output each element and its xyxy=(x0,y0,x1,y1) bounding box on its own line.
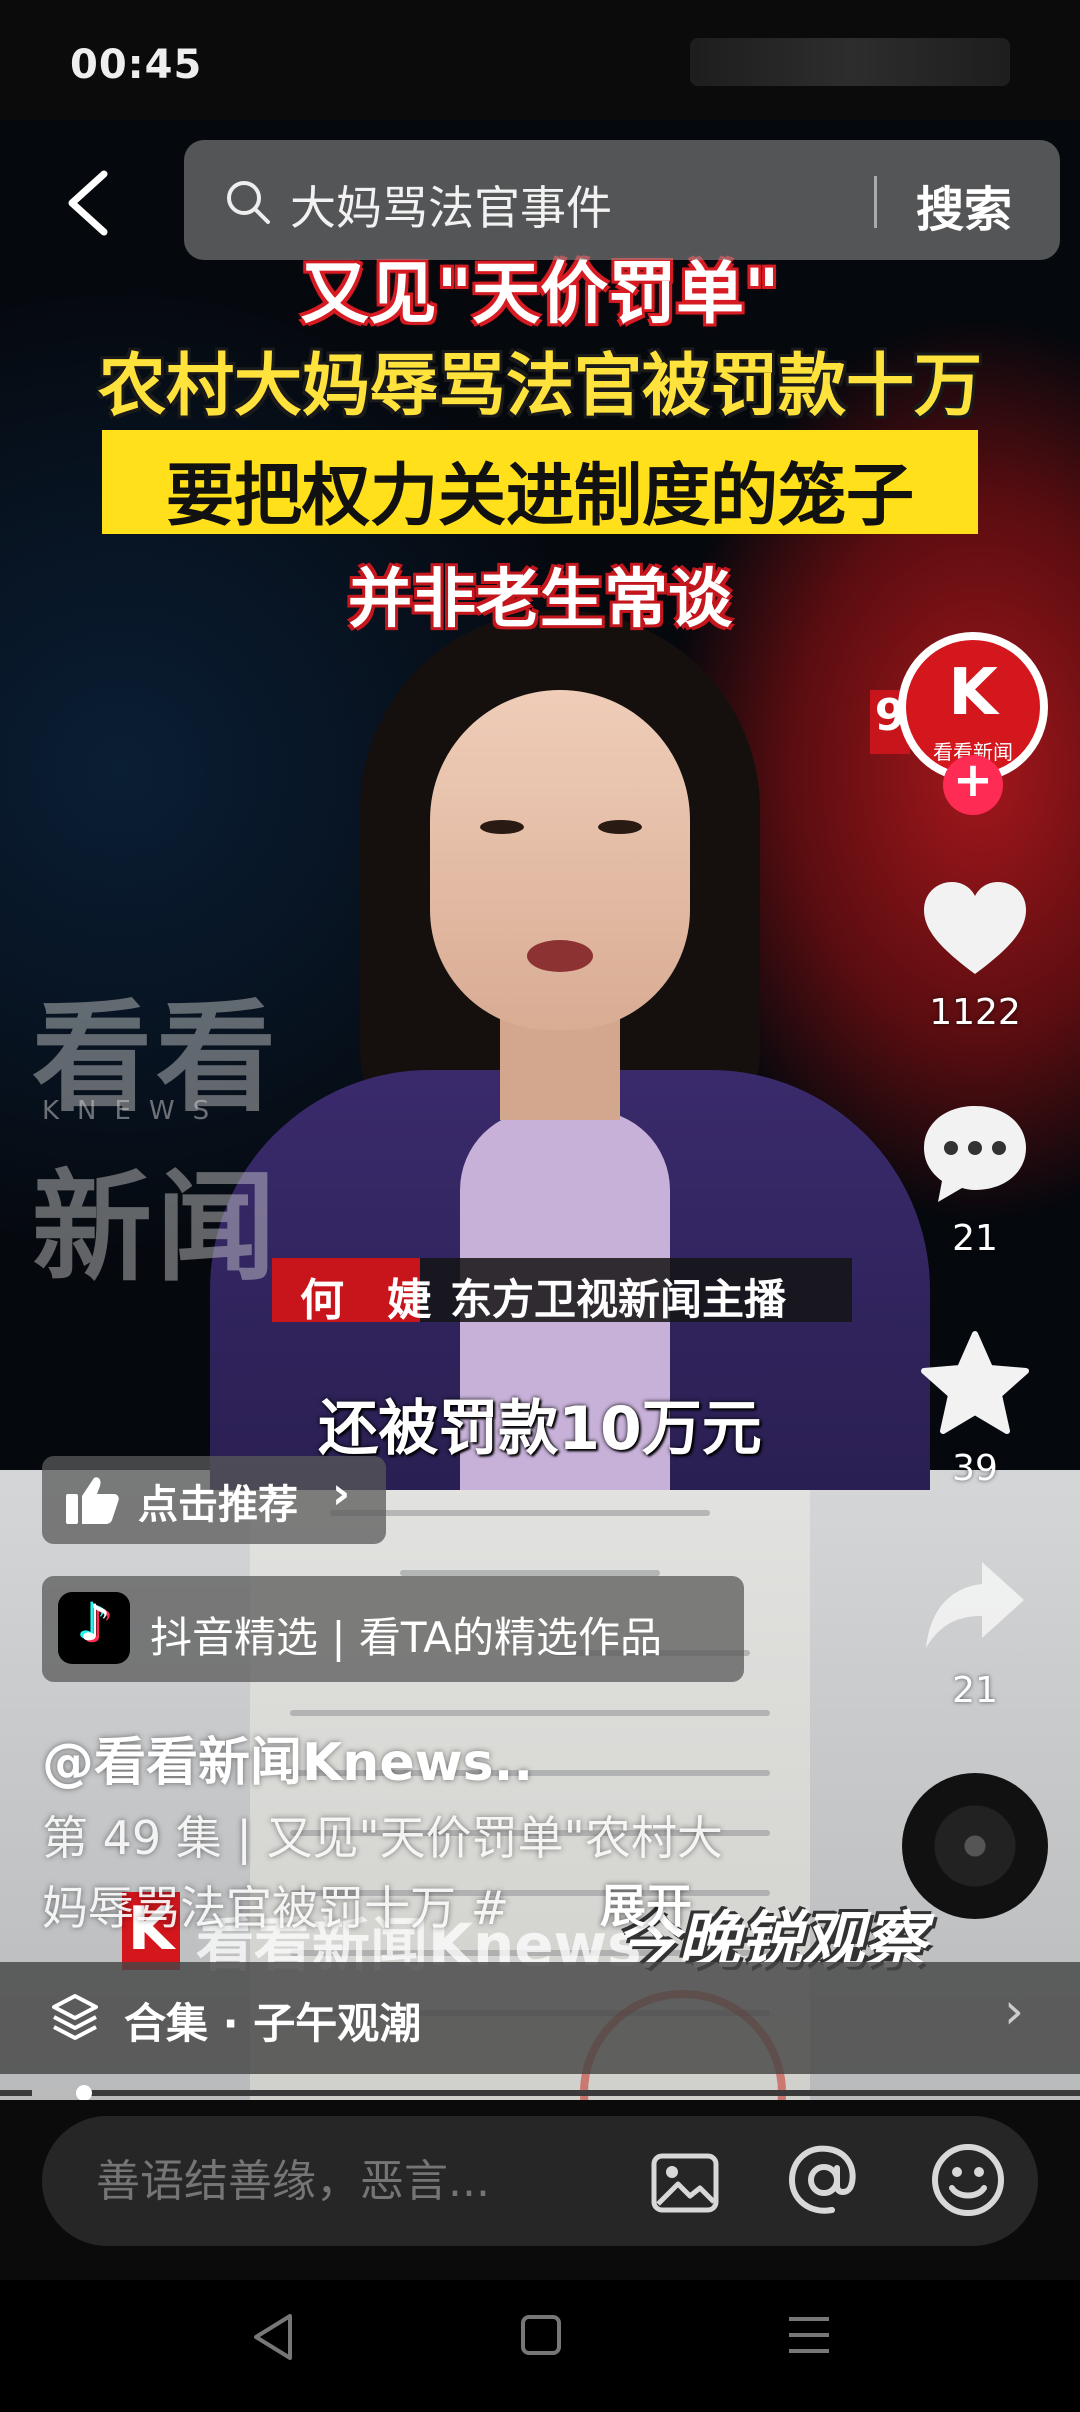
share-count: 21 xyxy=(952,1670,998,1711)
back-arrow-icon[interactable] xyxy=(60,168,120,238)
share-icon[interactable] xyxy=(920,1552,1030,1662)
favorite-count: 39 xyxy=(952,1448,998,1489)
watermark-letters: KNEWS xyxy=(42,1096,228,1126)
thumbs-up-icon xyxy=(66,1477,119,1524)
layers-icon xyxy=(52,1994,98,2040)
douyin-selection-label: 抖音精选 | 看TA的精选作品 xyxy=(150,1613,662,1662)
video-description-line: 妈辱骂法官被罚十万 # xyxy=(42,1881,510,1935)
anchor-eye xyxy=(480,820,524,834)
plus-icon: + xyxy=(952,752,994,808)
collection-label: 合集 · 子午观潮 xyxy=(124,1999,422,2048)
anchor-face xyxy=(430,690,690,1030)
like-count: 1122 xyxy=(929,992,1021,1033)
nav-home-icon[interactable] xyxy=(520,2314,562,2356)
heart-icon[interactable] xyxy=(920,876,1030,986)
recommend-label: 点击推荐 xyxy=(138,1482,298,1528)
search-icon xyxy=(227,181,270,224)
comment-input[interactable] xyxy=(96,2156,616,2207)
anchor-name: 何 婕 xyxy=(300,1275,446,1326)
headline-line-3: 要把权力关进制度的笼子 xyxy=(165,457,914,536)
music-note-icon: ♪ xyxy=(79,1594,111,1652)
author-name[interactable]: @看看新闻Knews.. xyxy=(42,1720,533,1795)
emoji-icon[interactable] xyxy=(930,2142,1006,2218)
playback-progress-bar[interactable] xyxy=(0,2090,1080,2096)
headline-line-2: 农村大妈辱骂法官被罚款十万 xyxy=(97,347,982,426)
search-query[interactable]: 大妈骂法官事件 xyxy=(290,172,612,238)
anchor-role: 东方卫视新闻主播 xyxy=(450,1275,787,1324)
chevron-right-icon: › xyxy=(1004,1982,1024,2040)
expand-button[interactable]: 展开 xyxy=(600,1870,692,1936)
anchor-eye xyxy=(598,820,642,834)
blurred-status-area xyxy=(690,38,1010,86)
playback-scrubber[interactable] xyxy=(76,2085,92,2101)
nav-back-icon[interactable] xyxy=(250,2312,296,2362)
status-time: 00:45 xyxy=(70,42,203,88)
video-description-line: 第 49 集 | 又见"天价罚单"农村大 xyxy=(42,1811,723,1865)
star-icon[interactable] xyxy=(920,1330,1030,1440)
comment-icon[interactable] xyxy=(920,1100,1030,1210)
headline-line-4: 并非老生常谈 xyxy=(348,563,732,637)
avatar-logo-letter: K xyxy=(948,656,998,730)
comment-count: 21 xyxy=(952,1218,998,1259)
image-icon[interactable] xyxy=(650,2152,720,2214)
search-button[interactable]: 搜索 xyxy=(916,170,1012,240)
mention-icon[interactable] xyxy=(786,2142,862,2218)
chevron-right-icon: › xyxy=(332,1468,351,1519)
anchor-mouth xyxy=(527,940,593,972)
search-divider xyxy=(874,176,877,228)
watermark-bottom: 新闻 xyxy=(32,1159,280,1298)
nav-menu-icon[interactable] xyxy=(786,2314,832,2356)
